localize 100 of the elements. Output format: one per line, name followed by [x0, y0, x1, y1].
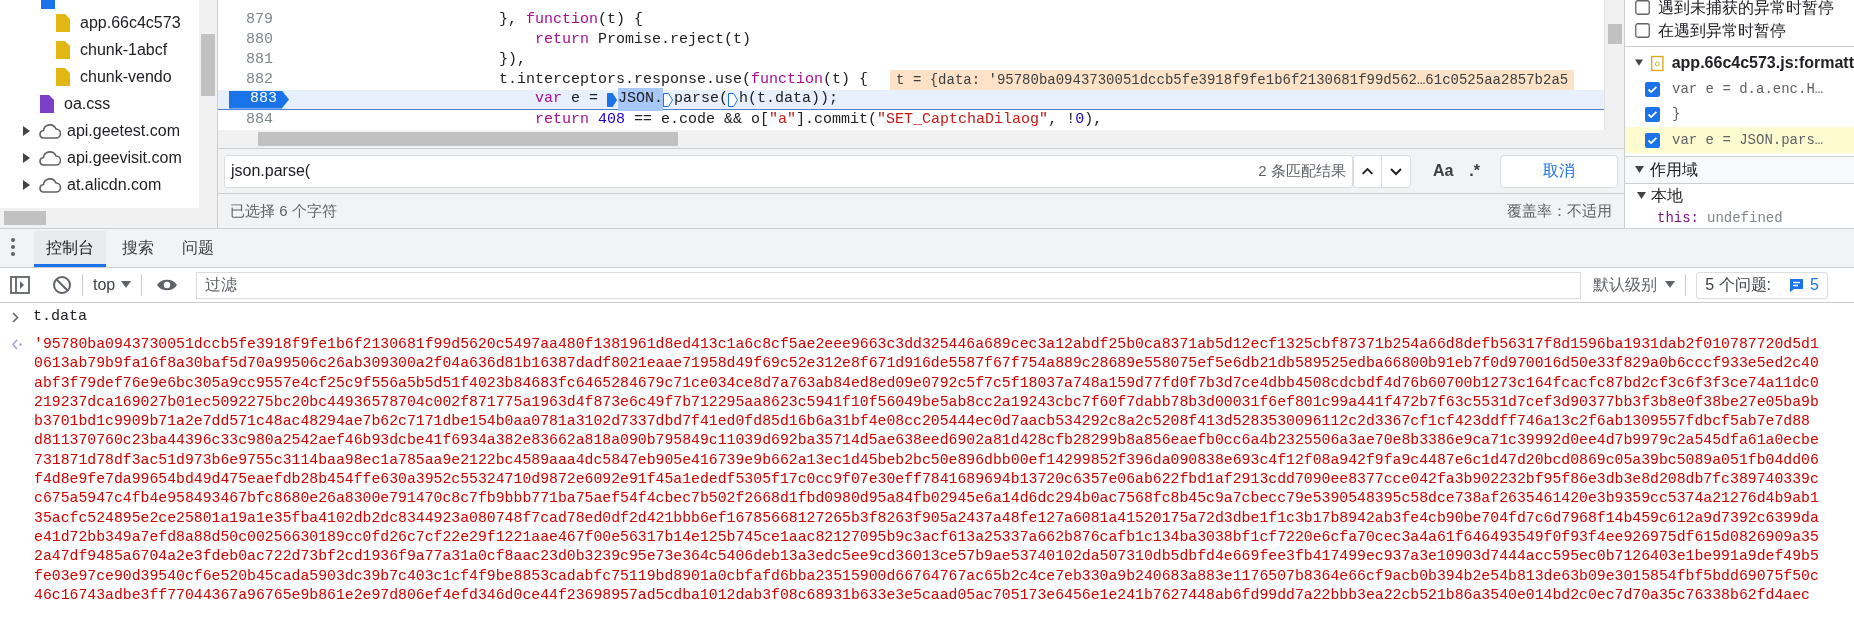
checkbox[interactable] — [1645, 82, 1660, 98]
code-text: return — [535, 109, 589, 130]
context-dropdown[interactable]: top — [93, 273, 132, 297]
checkbox[interactable] — [1635, 23, 1650, 38]
output-line: abf3f79def76e9e6bc305a9cc9557e4cf25c9f556a5b5d51f4023b84683fc6465284679c71ce034ce8d7a763ab84ed8ed09e0792c5f7c5f18037a748a159d77fd0f7b3d7ce4dbb4508cdcbdf4d76b60700b1273c164fcacfc87bd2cf3c6f3f3ce74a11dc0 — [34, 373, 1819, 393]
code-text: ].commit( — [796, 109, 878, 130]
match-count: 2 条匹配结果 — [1258, 160, 1346, 181]
checkbox-label: 在遇到异常时暂停 — [1658, 20, 1786, 41]
command-text: t.data — [33, 306, 87, 327]
code-text: parse( — [674, 89, 729, 110]
cloud-icon — [37, 149, 61, 166]
code-text: return — [535, 29, 589, 50]
horizontal-scrollbar[interactable] — [218, 130, 1624, 148]
checkbox[interactable] — [1645, 132, 1660, 148]
variable-name: this: — [1657, 208, 1699, 228]
tree-item-label[interactable]: app.66c4c573 — [80, 10, 181, 35]
vertical-scrollbar[interactable] — [199, 0, 217, 228]
output-line: d811370760c23ba44396c33c980a2542aef46b93dcbe41f6934a382e83662a818a090b795849c11039d692ba35714d5ae638eed6902a81d428cfb28299b8a856eaefb0cc6a4b2325506a3ae70e8b3386e9ca71c39992d0ee4d7b9979c2a545dfa61a0ecbe — [34, 431, 1819, 451]
expand-arrow-icon[interactable] — [22, 179, 31, 190]
output-line: c675a5947c4fb4e958493467bfc8680e26a8300e791470c8c7fb9bbb771ba75aef54f4cbec7b502f2668d1fbd0980d95a84fb02945e6a14d6dc294b0ac7568fc8b45c9a7cbecc79e5390548395c58dce738af2635461420e3b9359cc5374a21276d4b9ab1 — [34, 489, 1819, 509]
code-text: function — [526, 9, 599, 30]
selection-status: 已选择 6 个字符 — [230, 200, 337, 221]
more-menu-icon[interactable] — [10, 237, 16, 257]
code-text: 0 — [1075, 109, 1085, 130]
search-field[interactable]: json.parse( 2 条匹配结果 — [224, 154, 1353, 188]
code-text: (t) { — [823, 69, 869, 90]
drawer-tab[interactable]: 问题 — [170, 231, 226, 267]
tree-item-label[interactable]: chunk-1abcf — [80, 37, 168, 62]
checkbox[interactable] — [1635, 0, 1650, 15]
cancel-button[interactable]: 取消 — [1500, 154, 1618, 188]
expand-arrow-icon[interactable] — [22, 152, 31, 163]
result-icon — [12, 339, 22, 350]
regex-button[interactable]: .* — [1465, 159, 1484, 183]
code-text: function — [751, 69, 824, 90]
output-line: f4d8e9fe7da99654bd49d475eaefdb28b454ffe630a3952c55324710d9872e6092e91f45a1ededf5305f17c0cc9f07e30eff7841689694b13720c6357e06ab622fbd1af2913cdd7090ee8377cce042fa3b902232bf95f86e3db3e8d208db7fc389740339c — [34, 470, 1819, 490]
output-line: '95780ba0943730051dccb5fe3918f9fe1b6f2130681f99d5620c5497aa480f1381961d8ed413c1a6c8cf5ae2eee9663c3dd325446a689cec3a12abdf25b0ca8371ab5d12ecf1325cbf87371b254a66d8defb56317f8d1596ba1931dab2f010787720d5d1 — [34, 335, 1819, 354]
code-text: }), — [499, 49, 526, 70]
prompt-icon — [12, 311, 19, 323]
collapse-arrow-icon[interactable] — [1635, 58, 1644, 68]
checkbox[interactable] — [1645, 107, 1660, 123]
line-number-badge[interactable]: 883 — [229, 90, 289, 109]
output-line: 35acfc524895e2ce25801a19a1e35fba4102db2dc8344923a080748f7cad78ed0df2d421bbb6ef16785668127265b3f8263f905a2437a48fe127a6081a41520175a72d3dbe1f1c3b17b8942ab3fe4cb90be704fd7c6d7968f14b459c612a9d7392c6399da — [34, 508, 1819, 528]
code-text: ), — [1084, 109, 1103, 130]
file-icon — [1651, 54, 1664, 72]
section-title: 作用域 — [1650, 159, 1698, 180]
log-level-dropdown[interactable]: 默认级别 — [1593, 273, 1676, 297]
file-icon[interactable] — [40, 94, 54, 113]
code-text: h(t.data)); — [739, 89, 839, 110]
search-text: json.parse( — [231, 161, 311, 181]
output-line: 46c16743adbe3ff77044367a96765e9b861e2e97d806ef4efd346d0ce44f23698957ad5cdba1012dab3f08c68931b633e3e5caad05ac705173e6456e1e241b7627448ab6fd99dd7a22bbb3ea22cb521b86a3540e014bd2c0ec7d70a35c76338b62fd4aec — [34, 585, 1811, 605]
collapse-arrow-icon[interactable] — [1637, 190, 1646, 201]
tree-item-label[interactable]: oa.css — [64, 91, 111, 116]
code-text: (t) { — [598, 9, 644, 30]
code-text: }, — [499, 9, 518, 30]
cloud-icon — [37, 176, 61, 193]
output-line: 2a47df9485a6704a2e3fdeb0ac722d73bf2cd1936f9a77a31a0cf8aac23d0b3239c95e73e364c5406deb13a3edc5ee9cd36013ce57b9ae53740102da507310db5dbfd4e669fee3fb417499ec937a3e10903d7444acc595ec0b7126403e1be991a9def49b5 — [34, 547, 1819, 567]
horizontal-scrollbar[interactable] — [0, 208, 200, 228]
code-text: t.interceptors.response.use( — [499, 69, 752, 90]
breakpoint-code: var e = JSON.pars… — [1672, 130, 1824, 150]
code-text: e = — [570, 89, 600, 110]
clear-console-icon[interactable] — [52, 275, 72, 295]
caret-icon — [121, 281, 132, 289]
issues-button[interactable]: 5 个问题: 5 — [1696, 271, 1828, 299]
code-text: "SET_CaptchaDilaog" — [877, 109, 1049, 130]
code-text: "a" — [769, 109, 797, 130]
output-line: 0613ab79b9fa16f8a30baf5d70a99506c26ab309300a2f04a636d81b16387dadf8021eaae71958d49f69c52e312e8f671d916de5587f67f754a889c28689e558075ef5e6db21db589525edba66800b91eb7f0d970016d50e33f829a0b6cccf933e5ed2c40 — [34, 354, 1819, 374]
code-text: Promise.reject(t) — [597, 29, 752, 50]
code-text: 408 — [597, 109, 626, 130]
code-text: var — [535, 89, 562, 110]
line-number: 879 — [246, 9, 274, 30]
drawer-tab[interactable]: 搜索 — [110, 231, 166, 267]
breakpoint-code: } — [1672, 105, 1681, 125]
domain-label[interactable]: api.geetest.com — [67, 118, 180, 143]
line-number: 881 — [246, 49, 274, 70]
variable-value: undefined — [1707, 208, 1783, 228]
line-number: 884 — [246, 109, 274, 130]
folder-icon[interactable] — [40, 0, 56, 9]
expand-arrow-icon[interactable] — [22, 125, 31, 136]
scope-name: 本地 — [1651, 185, 1683, 206]
output-line: b3701bd1c9909b71a2e7dd571c48ac48294ae7b62c7171dbe154b0aa0781a3102d7337dbd7f41ed0fd85d16b6a31bf4e08cc205444ec0d7aacb534292c8a2c5208f413d5283530096112c2d3367cf1cf423ddff746a13c2f6ab1309557fdbcf5ab7e7d88 — [34, 412, 1811, 432]
message-icon — [1789, 277, 1805, 293]
inline-value: t = {data: '95780ba0943730051dccb5fe3918f9fe1b6f2130681f99d562…61c0525aa2857b2a5 — [890, 69, 1575, 91]
breakpoint-marker-icon[interactable] — [728, 92, 739, 107]
cloud-icon — [37, 122, 61, 139]
sidebar-toggle-icon[interactable] — [10, 276, 30, 294]
collapse-arrow-icon[interactable] — [1635, 164, 1644, 175]
code-text: , ! — [1048, 109, 1076, 130]
eye-icon[interactable] — [156, 278, 179, 292]
domain-label[interactable]: at.alicdn.com — [67, 172, 162, 197]
filter-field[interactable]: 过滤 — [196, 271, 1582, 299]
coverage-status: 覆盖率：不适用 — [1507, 200, 1612, 221]
vertical-scrollbar[interactable] — [1604, 0, 1624, 130]
match-case-button[interactable]: Aa — [1428, 159, 1458, 183]
output-line: fe03e97ce90d39540cf6e520b45cada5903dc39b7c403c1cf4f9be8853cadabfc75119bd8901a0cbfafd6bba23515900d66764767ac65b2c4ce7eb330a9b240683a883e1176507b8364e66cf9acb0b394b2e54b813de63b09e3015854fbf5bdd69075f50c — [34, 566, 1819, 586]
output-line: e41d72bb349a7efd8a88d50c00256630189cc0fd26c7cf22e29f1221aae467f00e56317b14e125b745ce1aac82127095b9c3acf613a25337a662b876cafb1c134ba3038bf1cf7220e6cfa70cec3a4a61f646493549f0f93f4ee926975df615d0826909a35 — [34, 527, 1819, 547]
tree-item-label[interactable]: chunk-vendo — [80, 64, 172, 89]
domain-label[interactable]: api.geevisit.com — [67, 145, 182, 170]
breakpoint-file: app.66c4c573.js:formatt — [1671, 53, 1854, 73]
drawer-tab[interactable]: 控制台 — [34, 231, 106, 267]
code-text: JSON. — [618, 88, 664, 111]
